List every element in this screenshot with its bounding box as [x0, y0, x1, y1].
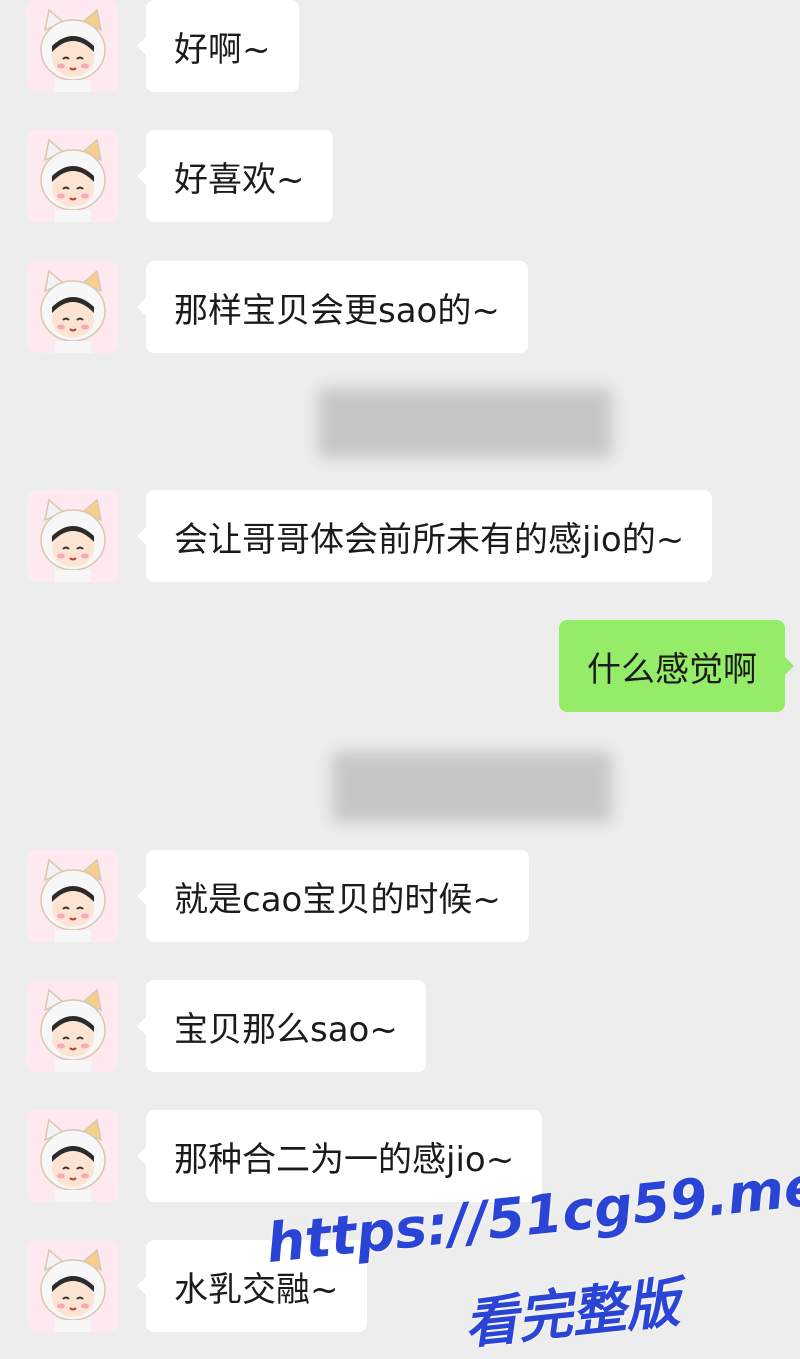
avatar[interactable]: [27, 1240, 119, 1332]
message-bubble[interactable]: 就是cao宝贝的时候~: [137, 850, 529, 942]
message-bubble[interactable]: 好啊~: [137, 0, 299, 92]
cat-hood-girl-avatar-icon: [27, 850, 119, 942]
avatar[interactable]: [27, 1110, 119, 1202]
cat-hood-girl-avatar-icon: [27, 490, 119, 582]
message-bubble[interactable]: 会让哥哥体会前所未有的感jio的~: [136, 490, 713, 582]
blurred-timestamp: [332, 752, 612, 822]
message-bubble[interactable]: 那样宝贝会更sao的~: [137, 261, 528, 353]
message-bubble[interactable]: 宝贝那么sao~: [137, 980, 426, 1072]
blurred-timestamp: [318, 388, 612, 458]
message-bubble[interactable]: 好喜欢~: [137, 130, 333, 222]
avatar[interactable]: [27, 980, 119, 1072]
avatar[interactable]: [27, 850, 119, 942]
cat-hood-girl-avatar-icon: [27, 0, 119, 92]
my-message-bubble[interactable]: 什么感觉啊: [559, 620, 794, 712]
avatar[interactable]: [27, 490, 119, 582]
cat-hood-girl-avatar-icon: [27, 980, 119, 1072]
avatar[interactable]: [27, 0, 119, 92]
cat-hood-girl-avatar-icon: [27, 1110, 119, 1202]
avatar[interactable]: [27, 130, 119, 222]
watermark-caption: 看完整版: [461, 1270, 683, 1357]
avatar[interactable]: [27, 261, 119, 353]
cat-hood-girl-avatar-icon: [27, 261, 119, 353]
cat-hood-girl-avatar-icon: [27, 130, 119, 222]
cat-hood-girl-avatar-icon: [27, 1240, 119, 1332]
